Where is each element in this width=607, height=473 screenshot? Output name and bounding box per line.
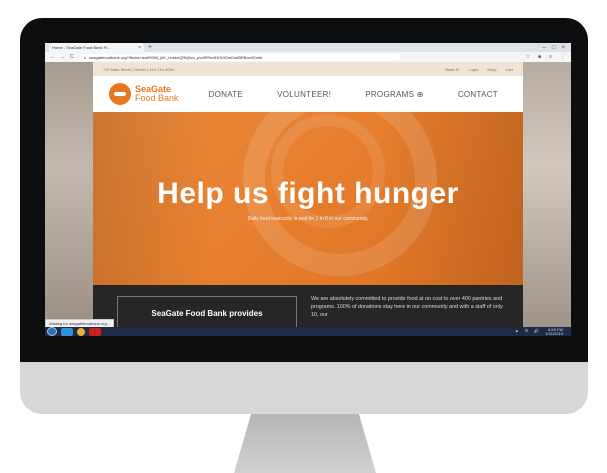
monitor-stand bbox=[234, 414, 376, 473]
page-backdrop-left bbox=[45, 62, 93, 327]
bookmark-star-icon[interactable]: ☆ bbox=[526, 54, 530, 60]
chrome-icon[interactable] bbox=[77, 327, 85, 336]
address-url: seagatefoodbank.org/?fbclid=IwAR0Wj_j6K_… bbox=[89, 54, 263, 60]
ie-icon[interactable] bbox=[61, 327, 73, 336]
window-controls: – □ × bbox=[543, 45, 571, 51]
nav-programs[interactable]: PROGRAMS ⊕ bbox=[365, 90, 424, 99]
taskbar: ▲ ⊡ 🔊 8:55 PM 1/31/2019 bbox=[45, 327, 571, 336]
start-button[interactable] bbox=[47, 327, 57, 336]
clock-date: 1/31/2019 bbox=[545, 330, 563, 336]
profile-icon[interactable]: ≡ bbox=[549, 54, 552, 60]
pdf-icon[interactable] bbox=[89, 327, 101, 336]
new-tab-button[interactable]: + bbox=[148, 44, 152, 51]
address-bar[interactable]: ● seagatefoodbank.org/?fbclid=IwAR0Wj_j6… bbox=[79, 53, 400, 61]
cart-icon[interactable]: Cart bbox=[505, 67, 513, 72]
logo-line2: Food Bank bbox=[135, 93, 179, 103]
nav-donate[interactable]: DONATE bbox=[209, 90, 244, 99]
toolbar-icons: ☆ ■ ≡ ⋮ bbox=[526, 54, 571, 60]
provides-heading: SeaGate Food Bank provides bbox=[117, 296, 297, 327]
page-backdrop-right bbox=[523, 62, 571, 327]
logo-mark-icon bbox=[109, 83, 131, 105]
topbar-link-shop[interactable]: Shop bbox=[487, 67, 496, 72]
minimize-button[interactable]: – bbox=[543, 45, 546, 51]
topbar-links: Make It! Login Shop Cart bbox=[445, 67, 513, 72]
system-tray: ▲ ⊡ 🔊 8:55 PM 1/31/2019 bbox=[515, 327, 571, 336]
screen: Home - SeaGate Food Bank Fl... × + – □ ×… bbox=[45, 43, 571, 336]
close-window-button[interactable]: × bbox=[561, 45, 565, 51]
info-band: SeaGate Food Bank provides We are absolu… bbox=[93, 285, 523, 327]
browser-tab[interactable]: Home - SeaGate Food Bank Fl... × bbox=[49, 43, 144, 52]
browser-toolbar: ← → C ● seagatefoodbank.org/?fbclid=IwAR… bbox=[45, 52, 571, 62]
clock[interactable]: 8:55 PM 1/31/2019 bbox=[545, 327, 563, 336]
logo-text: SeaGate Food Bank bbox=[135, 85, 179, 103]
forward-button[interactable]: → bbox=[60, 54, 65, 60]
volume-icon[interactable]: 🔊 bbox=[534, 328, 539, 336]
tab-title: Home - SeaGate Food Bank Fl... bbox=[52, 45, 111, 50]
nav-contact[interactable]: CONTACT bbox=[458, 90, 498, 99]
lock-icon: ● bbox=[83, 54, 87, 60]
topbar-link-make[interactable]: Make It! bbox=[445, 67, 459, 72]
contact-info: 720 Main Street | Destin | 414-744-4094 bbox=[103, 66, 175, 72]
nav-menu: DONATE VOLUNTEER! PROGRAMS ⊕ CONTACT bbox=[209, 90, 498, 99]
hero-banner: Help us fight hunger Daily food insecuri… bbox=[93, 112, 523, 285]
maximize-button[interactable]: □ bbox=[552, 45, 556, 51]
website: 720 Main Street | Destin | 414-744-4094 … bbox=[93, 62, 523, 327]
network-icon[interactable]: ⊡ bbox=[525, 328, 528, 336]
menu-icon[interactable]: ⋮ bbox=[560, 54, 565, 60]
info-paragraph: We are absolutely committed to provide f… bbox=[311, 296, 503, 318]
reload-button[interactable]: C bbox=[70, 54, 74, 60]
tab-close-icon[interactable]: × bbox=[138, 45, 141, 51]
extension-icon[interactable]: ■ bbox=[538, 54, 541, 60]
monitor-chin bbox=[20, 362, 588, 414]
hero-subtitle: Daily food insecurity is real for 1 in 6… bbox=[247, 216, 369, 222]
tray-arrow-icon[interactable]: ▲ bbox=[515, 328, 519, 336]
site-nav: SeaGate Food Bank DONATE VOLUNTEER! PROG… bbox=[93, 76, 523, 113]
browser-tab-strip: Home - SeaGate Food Bank Fl... × + – □ × bbox=[45, 43, 571, 52]
topbar-link-login[interactable]: Login bbox=[468, 67, 478, 72]
site-topbar: 720 Main Street | Destin | 414-744-4094 … bbox=[93, 62, 523, 76]
back-button[interactable]: ← bbox=[50, 54, 55, 60]
hero-title: Help us fight hunger bbox=[157, 177, 459, 210]
logo[interactable]: SeaGate Food Bank bbox=[109, 83, 179, 105]
nav-volunteer[interactable]: VOLUNTEER! bbox=[277, 90, 331, 99]
